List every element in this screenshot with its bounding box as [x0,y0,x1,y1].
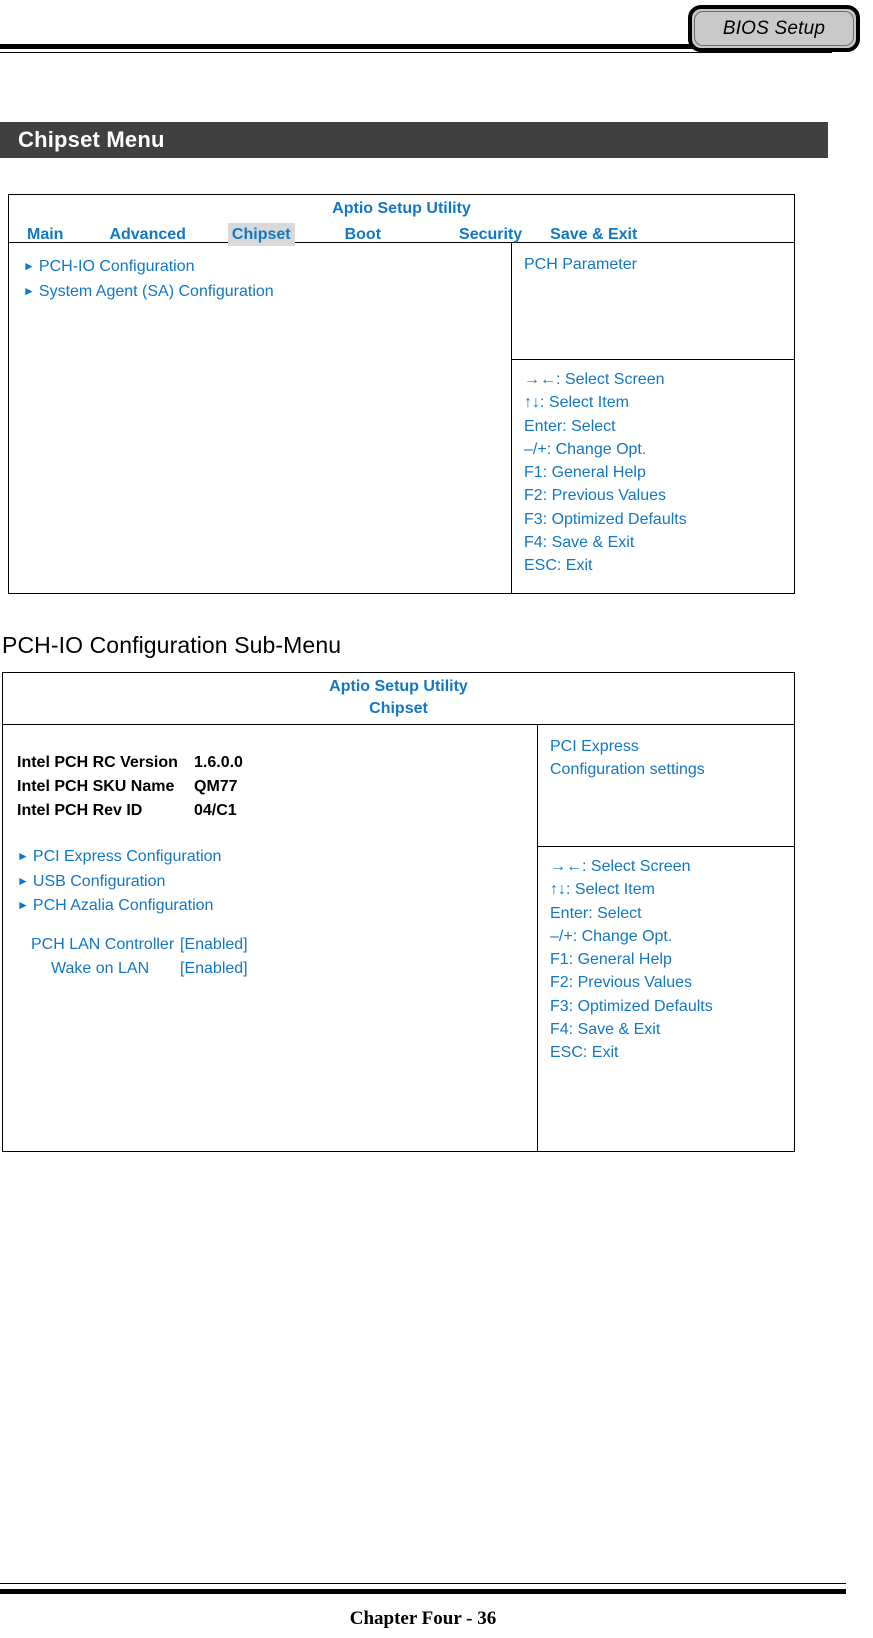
key-select-item: ↑↓: Select Item [550,881,655,899]
pch-info-rows: Intel PCH RC Version 1.6.0.0 Intel PCH S… [3,751,537,823]
key-esc-exit: ESC: Exit [524,557,593,575]
submenu-arrow-icon: ► [23,259,35,273]
info-label: Intel PCH Rev ID [17,802,143,819]
menu-item-pch-azalia-configuration[interactable]: ► PCH Azalia Configuration [3,894,537,919]
section-banner: Chipset Menu [0,122,828,158]
info-value: 1.6.0.0 [194,754,243,771]
bios-screen-2-key-legend: →←: Select Screen ↑↓: Select Item Enter:… [538,847,794,1065]
option-label: PCH LAN Controller [31,935,175,953]
footer-rule-thin [0,1583,846,1584]
bios-screen-2-left-pane: Intel PCH RC Version 1.6.0.0 Intel PCH S… [3,725,538,1151]
bios-screen-1-help-panel: PCH Parameter [512,243,794,360]
menu-item-system-agent-sa-configuration[interactable]: ► System Agent (SA) Configuration [9,280,511,305]
key-select-screen: →←: Select Screen [550,858,691,875]
help-text: PCH Parameter [524,256,637,273]
option-row-pch-lan-controller[interactable]: PCH LAN Controller [Enabled] [3,933,537,958]
bios-screen-2-right-pane: PCI Express Configuration settings →←: S… [538,725,794,1151]
bios-screen-1-body: ► PCH-IO Configuration ► System Agent (SA)… [9,243,794,593]
section-banner-title: Chipset Menu [18,127,165,152]
key-select-screen: →←: Select Screen [524,371,665,388]
key-f4-save-and-exit: F4: Save & Exit [524,534,635,552]
bios-setup-tab: BIOS Setup [688,5,860,52]
info-label: Intel PCH SKU Name [17,778,175,795]
menu-item-label: System Agent (SA) Configuration [38,282,274,300]
menu-item-pci-express-configuration[interactable]: ► PCI Express Configuration [3,845,537,870]
bios-setup-tab-label: BIOS Setup [722,17,826,39]
page-header: BIOS Setup [0,0,873,78]
submenu-arrow-icon: ► [23,283,35,298]
menu-item-label: PCH-IO Configuration [38,258,195,275]
menu-item-usb-configuration[interactable]: ► USB Configuration [3,870,537,895]
key-enter-select: Enter: Select [524,417,616,435]
menu-item-label: PCH Azalia Configuration [32,897,214,914]
key-esc-exit: ESC: Exit [550,1044,619,1062]
info-row-pch-sku-name: Intel PCH SKU Name QM77 [3,775,537,799]
bios-screen-pch-io-configuration: Aptio Setup Utility Chipset Intel PCH RC… [2,672,795,1152]
info-row-pch-rev-id: Intel PCH Rev ID 04/C1 [3,799,537,823]
key-f2-previous-values: F2: Previous Values [524,487,666,505]
key-f4-save-and-exit: F4: Save & Exit [550,1021,661,1039]
submenu-arrow-icon: ► [17,849,29,863]
menu-item-label: USB Configuration [32,872,166,890]
menu-item-pch-io-configuration[interactable]: ► PCH-IO Configuration [9,255,511,280]
bios-screen-1-left-pane: ► PCH-IO Configuration ► System Agent (SA)… [9,243,512,593]
submenu-arrow-icon: ► [17,873,29,888]
aptio-utility-subtitle-2: Chipset [369,700,428,717]
menu-item-label: PCI Express Configuration [32,848,222,865]
bios-screen-2-body: Intel PCH RC Version 1.6.0.0 Intel PCH S… [3,725,794,1151]
header-rule-thin [0,52,832,53]
key-change-opt: –/+: Change Opt. [524,440,647,458]
bios-screen-2-help-panel: PCI Express Configuration settings [538,725,794,847]
bios-screen-2-titlebar: Aptio Setup Utility Chipset [3,673,794,725]
key-f3-optimized-defaults: F3: Optimized Defaults [524,510,687,528]
info-value: 04/C1 [194,802,237,819]
info-label: Intel PCH RC Version [17,754,178,771]
option-label: Wake on LAN [51,960,150,977]
aptio-utility-title-1: Aptio Setup Utility [332,200,471,217]
option-value[interactable]: [Enabled] [180,933,248,958]
submenu-heading: PCH-IO Configuration Sub-Menu [2,632,342,658]
info-row-pch-rc-version: Intel PCH RC Version 1.6.0.0 [3,751,537,775]
info-value: QM77 [194,778,238,795]
option-value[interactable]: [Enabled] [180,957,248,982]
bios-screen-1-right-pane: PCH Parameter →←: Select Screen ↑↓: Sele… [512,243,794,593]
help-text-line-1: PCI Express [550,738,639,755]
option-row-wake-on-lan[interactable]: Wake on LAN [Enabled] [3,957,537,982]
key-f3-optimized-defaults: F3: Optimized Defaults [550,997,713,1015]
submenu-arrow-icon: ► [17,898,29,912]
key-change-opt: –/+: Change Opt. [550,927,673,945]
bios-screen-1-key-legend: →←: Select Screen ↑↓: Select Item Enter:… [512,360,794,578]
aptio-utility-title-2: Aptio Setup Utility [329,678,468,695]
footer-rule-thick [0,1589,846,1594]
help-text-line-2: Configuration settings [550,761,705,778]
key-enter-select: Enter: Select [550,904,642,922]
key-select-item: ↑↓: Select Item [524,394,629,412]
key-f1-general-help: F1: General Help [524,464,646,482]
bios-screen-chipset-menu: Aptio Setup Utility Main Advanced Chipse… [8,194,795,594]
key-f1-general-help: F1: General Help [550,951,672,969]
key-f2-previous-values: F2: Previous Values [550,974,692,992]
bios-screen-1-titlebar: Aptio Setup Utility Main Advanced Chipse… [9,195,794,246]
footer-page-label: Chapter Four - 36 [349,1608,497,1629]
